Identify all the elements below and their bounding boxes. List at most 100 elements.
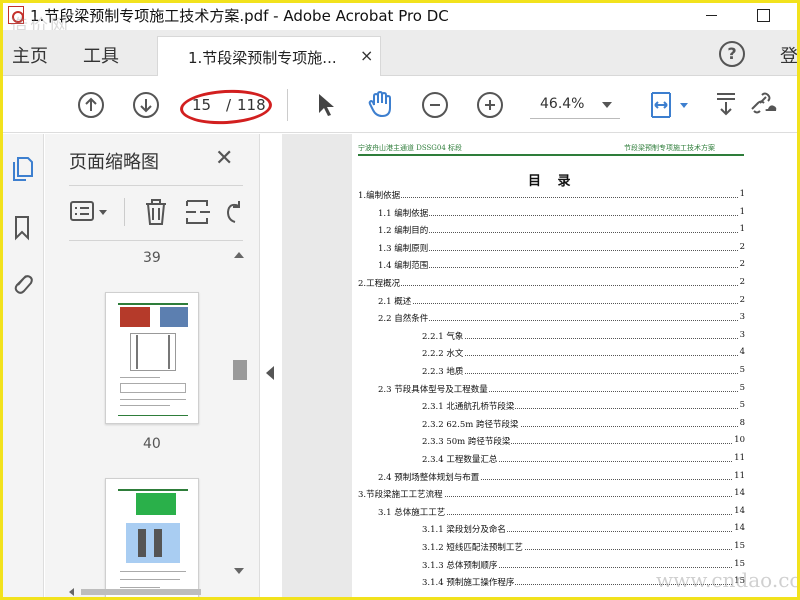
toc-entry[interactable]: 2.2 自然条件 3: [352, 312, 748, 328]
toc-entry-text: 2.1 概述: [378, 294, 413, 307]
toc-entry[interactable]: 3.节段梁施工工艺流程 14: [352, 488, 748, 504]
panel-title: 页面缩略图: [69, 152, 159, 173]
delete-page-icon[interactable]: [143, 198, 169, 226]
toc-entry-page: 14: [733, 523, 745, 534]
toc-leader-dots: [378, 267, 744, 269]
toc-entry[interactable]: 2.工程概况 2: [352, 277, 748, 293]
toc-entry[interactable]: 1.3 编制原则 2: [352, 241, 748, 258]
toc-entry-page: 1: [738, 206, 745, 217]
maximize-button[interactable]: [752, 4, 774, 26]
select-cursor-icon[interactable]: [316, 92, 336, 118]
document-tab-label: 1.节段梁预制专项施...: [188, 49, 337, 67]
zoom-in-button[interactable]: [477, 92, 503, 118]
toc-leader-dots: [422, 355, 744, 357]
toc-entry[interactable]: 2.3.1 北通航孔桥节段梁 5: [352, 400, 748, 416]
toc-entry[interactable]: 1.1 编制依据 1: [352, 206, 748, 223]
toc-entry[interactable]: 2.2.3 地质 5: [352, 365, 748, 381]
toc-entry-text: 3.1.2 短线匹配法预制工艺: [422, 541, 524, 553]
toc-leader-dots: [378, 302, 744, 304]
toc-entry[interactable]: 2.3.3 50m 跨径节段梁 10: [352, 435, 748, 451]
toc-entry[interactable]: 3.1.2 短线匹配法预制工艺 15: [352, 541, 748, 557]
share-link-icon[interactable]: [748, 91, 778, 117]
scroll-mode-icon[interactable]: [714, 91, 738, 117]
toc-entry-text: 2.3 节段具体型号及工程数量: [378, 382, 489, 395]
plus-icon: [485, 100, 495, 110]
toc-entry-page: 11: [733, 453, 745, 463]
panel-divider: [69, 240, 243, 241]
toolbar-divider: [287, 89, 288, 121]
toc-entry[interactable]: 2.1 概述 2: [352, 294, 748, 311]
toc-entry-page: 2: [738, 277, 745, 287]
toc-entry-page: 10: [733, 435, 745, 446]
toc-entry[interactable]: 1.2 编制目的 1: [352, 224, 748, 240]
toc-entry[interactable]: 1.编制依据 1: [352, 189, 748, 205]
horizontal-scrollbar-thumb[interactable]: [81, 589, 201, 595]
insert-page-icon[interactable]: [184, 198, 212, 226]
toc-title: 目 录: [528, 174, 577, 189]
fit-page-icon[interactable]: [648, 90, 676, 120]
rotate-page-icon[interactable]: [223, 198, 245, 226]
thumbnail-scrollbar[interactable]: [230, 250, 247, 588]
close-panel-button[interactable]: ✕: [215, 146, 233, 171]
tab-document[interactable]: 1.节段梁预制专项施... ×: [157, 36, 381, 76]
thumbnail-page[interactable]: [105, 292, 199, 424]
thumbnail-options-icon[interactable]: [69, 198, 113, 226]
collapse-panel-icon[interactable]: [266, 366, 274, 380]
fit-dropdown-chevron-icon[interactable]: [680, 103, 688, 108]
toc-entry-text: 2.3.3 50m 跨径节段梁: [422, 435, 512, 448]
tab-tools[interactable]: 工具: [83, 42, 119, 68]
bookmark-icon[interactable]: [10, 214, 34, 242]
toc-entry-text: 1.4 编制范围: [378, 259, 430, 272]
toc-entry-text: 1.3 编制原则: [378, 241, 430, 254]
toc-entry[interactable]: 3.1.1 梁段划分及命名 14: [352, 523, 748, 539]
scrollbar-thumb[interactable]: [233, 360, 247, 380]
horizontal-scrollbar[interactable]: [69, 586, 229, 598]
toc-entry-text: 3.1.1 梁段划分及命名: [422, 523, 507, 536]
hand-tool-icon[interactable]: [366, 89, 396, 119]
zoom-out-button[interactable]: [422, 92, 448, 118]
zoom-dropdown[interactable]: 46.4%: [530, 91, 620, 119]
thumbnail-page[interactable]: [105, 478, 199, 600]
thumbnail-page-label: 40: [143, 436, 161, 452]
toc-entry-text: 1.2 编制目的: [378, 224, 430, 237]
toc-entry[interactable]: 1.4 编制范围 2: [352, 259, 748, 275]
close-tab-button[interactable]: ×: [360, 46, 373, 65]
toc-entry-page: 5: [738, 382, 745, 393]
page-thumbnails-icon[interactable]: [10, 156, 34, 184]
scroll-down-icon[interactable]: [234, 568, 244, 574]
toc-leader-dots: [378, 320, 744, 322]
toc-entry-page: 5: [738, 365, 745, 375]
thumbnail-page-label: 39: [143, 250, 161, 266]
tab-home[interactable]: 主页: [12, 42, 48, 68]
toc-entry-text: 2.2.1 气象: [422, 329, 465, 342]
scroll-left-icon[interactable]: [69, 588, 74, 596]
toc-entry-text: 3.节段梁施工工艺流程: [358, 488, 444, 501]
minus-icon: [430, 104, 440, 106]
toc-leader-dots: [422, 373, 744, 374]
toc-entry-page: 1: [738, 189, 745, 199]
toc-entry[interactable]: 2.2.1 气象 3: [352, 329, 748, 346]
toc-entry-page: 2: [738, 294, 745, 305]
red-highlight-annotation: [179, 87, 273, 127]
toc-entry-text: 3.1.4 预制施工操作程序: [422, 576, 516, 589]
minimize-button[interactable]: [700, 4, 722, 26]
toc-entry-text: 3.1.3 总体预制顺序: [422, 558, 499, 571]
sign-in-button[interactable]: 登: [780, 42, 798, 68]
zoom-value: 46.4%: [540, 96, 585, 112]
help-icon[interactable]: ?: [719, 41, 745, 67]
toc-entry[interactable]: 2.3.2 62.5m 跨径节段梁 8: [352, 417, 748, 434]
next-page-button[interactable]: [133, 92, 159, 118]
toc-entry[interactable]: 2.3 节段具体型号及工程数量 5: [352, 382, 748, 399]
toc-entry-page: 11: [733, 470, 745, 481]
previous-page-button[interactable]: [78, 92, 104, 118]
scroll-up-icon[interactable]: [234, 252, 244, 258]
document-view[interactable]: 宁波舟山港主通道 DSSG04 标段 节段梁预制专项施工技术方案 目 录 1.编…: [282, 134, 800, 600]
toc-entry[interactable]: 3.1 总体施工工艺 14: [352, 505, 748, 522]
toc-entry-text: 1.编制依据: [358, 189, 402, 201]
toc-leader-dots: [378, 232, 744, 234]
toc-entry-text: 3.1 总体施工工艺: [378, 505, 447, 518]
toc-entry[interactable]: 2.2.2 水文 4: [352, 347, 748, 363]
toc-entry[interactable]: 2.4 预制场整体规划与布置 11: [352, 470, 748, 487]
attachment-icon[interactable]: [10, 270, 34, 300]
toc-entry[interactable]: 2.3.4 工程数量汇总 11: [352, 453, 748, 469]
